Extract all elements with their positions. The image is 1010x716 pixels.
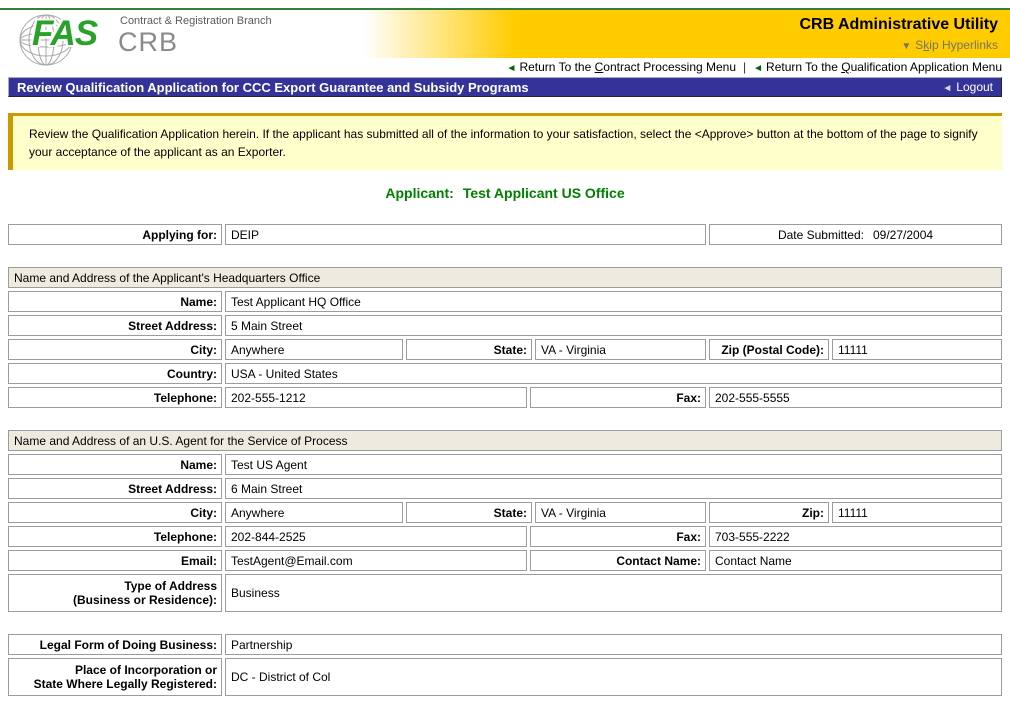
legal-form-row: Legal Form of Doing Business: Partnershi…: [8, 634, 1002, 655]
hq-state-value: VA - Virginia: [535, 339, 706, 360]
agent-name-value: Test US Agent: [225, 454, 1002, 475]
app-title: CRB Administrative Utility: [799, 16, 998, 34]
hq-zip-label: Zip (Postal Code):: [709, 339, 829, 360]
legal-form-label: Legal Form of Doing Business:: [8, 634, 222, 655]
application-details: Applying for: DEIP Date Submitted: 09/27…: [0, 224, 1010, 696]
skip-down-arrow-icon: ▼: [901, 41, 911, 52]
logout-arrow-icon: ◄: [942, 83, 952, 94]
incorporation-place-value: DC - District of Col: [225, 658, 1002, 696]
agent-address-type-row: Type of Address (Business or Residence):…: [8, 574, 1002, 612]
link2-text-post: ualification Application Menu: [851, 60, 1002, 74]
applying-for-value: DEIP: [225, 224, 706, 245]
return-contract-processing-menu-link[interactable]: ◄Return To the Contract Processing Menu: [507, 60, 736, 74]
date-submitted-value: 09/27/2004: [873, 228, 933, 242]
agent-name-label: Name:: [8, 454, 222, 475]
agent-section-header: Name and Address of an U.S. Agent for th…: [8, 430, 1002, 451]
incorporation-place-label: Place of Incorporation or State Where Le…: [8, 658, 222, 696]
hq-street-row: Street Address: 5 Main Street: [8, 315, 1002, 336]
agent-telephone-value: 202-844-2525: [225, 526, 527, 547]
agent-street-value: 6 Main Street: [225, 478, 1002, 499]
agent-name-row: Name: Test US Agent: [8, 454, 1002, 475]
hq-name-row: Name: Test Applicant HQ Office: [8, 291, 1002, 312]
agent-address-type-value: Business: [225, 574, 1002, 612]
hq-telephone-label: Telephone:: [8, 387, 222, 408]
return-arrow-icon: ◄: [507, 63, 517, 74]
hq-city-label: City:: [8, 339, 222, 360]
hq-zip-value: 11111: [832, 339, 1002, 360]
link2-accesskey: Q: [841, 60, 850, 74]
agent-state-value: VA - Virginia: [535, 502, 706, 523]
hq-country-row: Country: USA - United States: [8, 363, 1002, 384]
agent-state-label: State:: [406, 502, 532, 523]
link1-text-pre: Return To the: [519, 60, 594, 74]
agent-contact-name-value: Contact Name: [709, 550, 1002, 571]
applicant-heading-name: Test Applicant US Office: [463, 185, 625, 201]
logo-fas-text: FAS: [32, 14, 97, 54]
hq-city-value: Anywhere: [225, 339, 403, 360]
incorporation-place-label-line2: State Where Legally Registered:: [34, 677, 217, 691]
legal-form-value: Partnership: [225, 634, 1002, 655]
agent-zip-value: 11111: [832, 502, 1002, 523]
link2-text-pre: Return To the: [766, 60, 841, 74]
incorporation-place-row: Place of Incorporation or State Where Le…: [8, 658, 1002, 696]
agent-fax-label: Fax:: [530, 526, 706, 547]
hq-country-label: Country:: [8, 363, 222, 384]
hq-fax-label: Fax:: [530, 387, 706, 408]
hq-street-label: Street Address:: [8, 315, 222, 336]
skip-hyperlinks-link[interactable]: ▼Skip Hyperlinks: [799, 38, 998, 52]
date-submitted-label: Date Submitted:: [778, 228, 864, 242]
agent-telephone-label: Telephone:: [8, 526, 222, 547]
agent-phone-fax-row: Telephone: 202-844-2525 Fax: 703-555-222…: [8, 526, 1002, 547]
return-arrow-icon: ◄: [753, 63, 763, 74]
agent-contact-name-label: Contact Name:: [530, 550, 706, 571]
hq-section-header: Name and Address of the Applicant's Head…: [8, 267, 1002, 288]
page: FAS Contract & Registration Branch CRB C…: [0, 0, 1010, 716]
hq-state-label: State:: [406, 339, 532, 360]
agent-address-type-label: Type of Address (Business or Residence):: [8, 574, 222, 612]
skip-text-post: ip Hyperlinks: [929, 38, 998, 52]
agent-city-label: City:: [8, 502, 222, 523]
hq-country-value: USA - United States: [225, 363, 1002, 384]
hq-name-label: Name:: [8, 291, 222, 312]
incorporation-place-label-line1: Place of Incorporation or: [75, 663, 217, 677]
page-title: Review Qualification Application for CCC…: [17, 80, 529, 95]
masthead: FAS Contract & Registration Branch CRB C…: [0, 10, 1010, 58]
logout-label: Logout: [956, 80, 993, 94]
applying-for-label: Applying for:: [8, 224, 222, 245]
return-qualification-application-menu-link[interactable]: ◄Return To the Qualification Application…: [753, 60, 1002, 74]
applicant-heading: Applicant: Test Applicant US Office: [0, 185, 1010, 201]
agent-address-type-label-line1: Type of Address: [124, 579, 217, 593]
applying-for-row: Applying for: DEIP Date Submitted: 09/27…: [8, 224, 1002, 245]
hq-phone-fax-row: Telephone: 202-555-1212 Fax: 202-555-555…: [8, 387, 1002, 408]
agent-city-state-zip-row: City: Anywhere State: VA - Virginia Zip:…: [8, 502, 1002, 523]
logo-crb-text: CRB: [118, 27, 178, 58]
date-submitted-cell: Date Submitted: 09/27/2004: [709, 224, 1002, 245]
agent-fax-value: 703-555-2222: [709, 526, 1002, 547]
hq-city-state-zip-row: City: Anywhere State: VA - Virginia Zip …: [8, 339, 1002, 360]
agent-zip-label: Zip:: [709, 502, 829, 523]
applicant-heading-label: Applicant:: [385, 185, 453, 201]
logo-branch-text: Contract & Registration Branch: [120, 15, 272, 27]
hq-telephone-value: 202-555-1212: [225, 387, 527, 408]
agent-email-value: TestAgent@Email.com: [225, 550, 527, 571]
page-title-bar: Review Qualification Application for CCC…: [8, 77, 1002, 97]
hq-name-value: Test Applicant HQ Office: [225, 291, 1002, 312]
agent-street-label: Street Address:: [8, 478, 222, 499]
hq-fax-value: 202-555-5555: [709, 387, 1002, 408]
nav-separator: |: [743, 60, 746, 74]
hq-street-value: 5 Main Street: [225, 315, 1002, 336]
link1-text-post: ontract Processing Menu: [603, 60, 736, 74]
agent-street-row: Street Address: 6 Main Street: [8, 478, 1002, 499]
agent-email-contact-row: Email: TestAgent@Email.com Contact Name:…: [8, 550, 1002, 571]
logout-link[interactable]: ◄ Logout: [942, 80, 993, 94]
agent-email-label: Email:: [8, 550, 222, 571]
link1-accesskey: C: [595, 60, 604, 74]
agent-section-header-row: Name and Address of an U.S. Agent for th…: [8, 430, 1002, 451]
agent-city-value: Anywhere: [225, 502, 403, 523]
fas-crb-logo: FAS Contract & Registration Branch CRB: [18, 10, 298, 70]
instruction-message: Review the Qualification Application her…: [8, 113, 1002, 170]
agent-address-type-label-line2: (Business or Residence):: [73, 593, 217, 607]
hq-section-header-row: Name and Address of the Applicant's Head…: [8, 267, 1002, 288]
